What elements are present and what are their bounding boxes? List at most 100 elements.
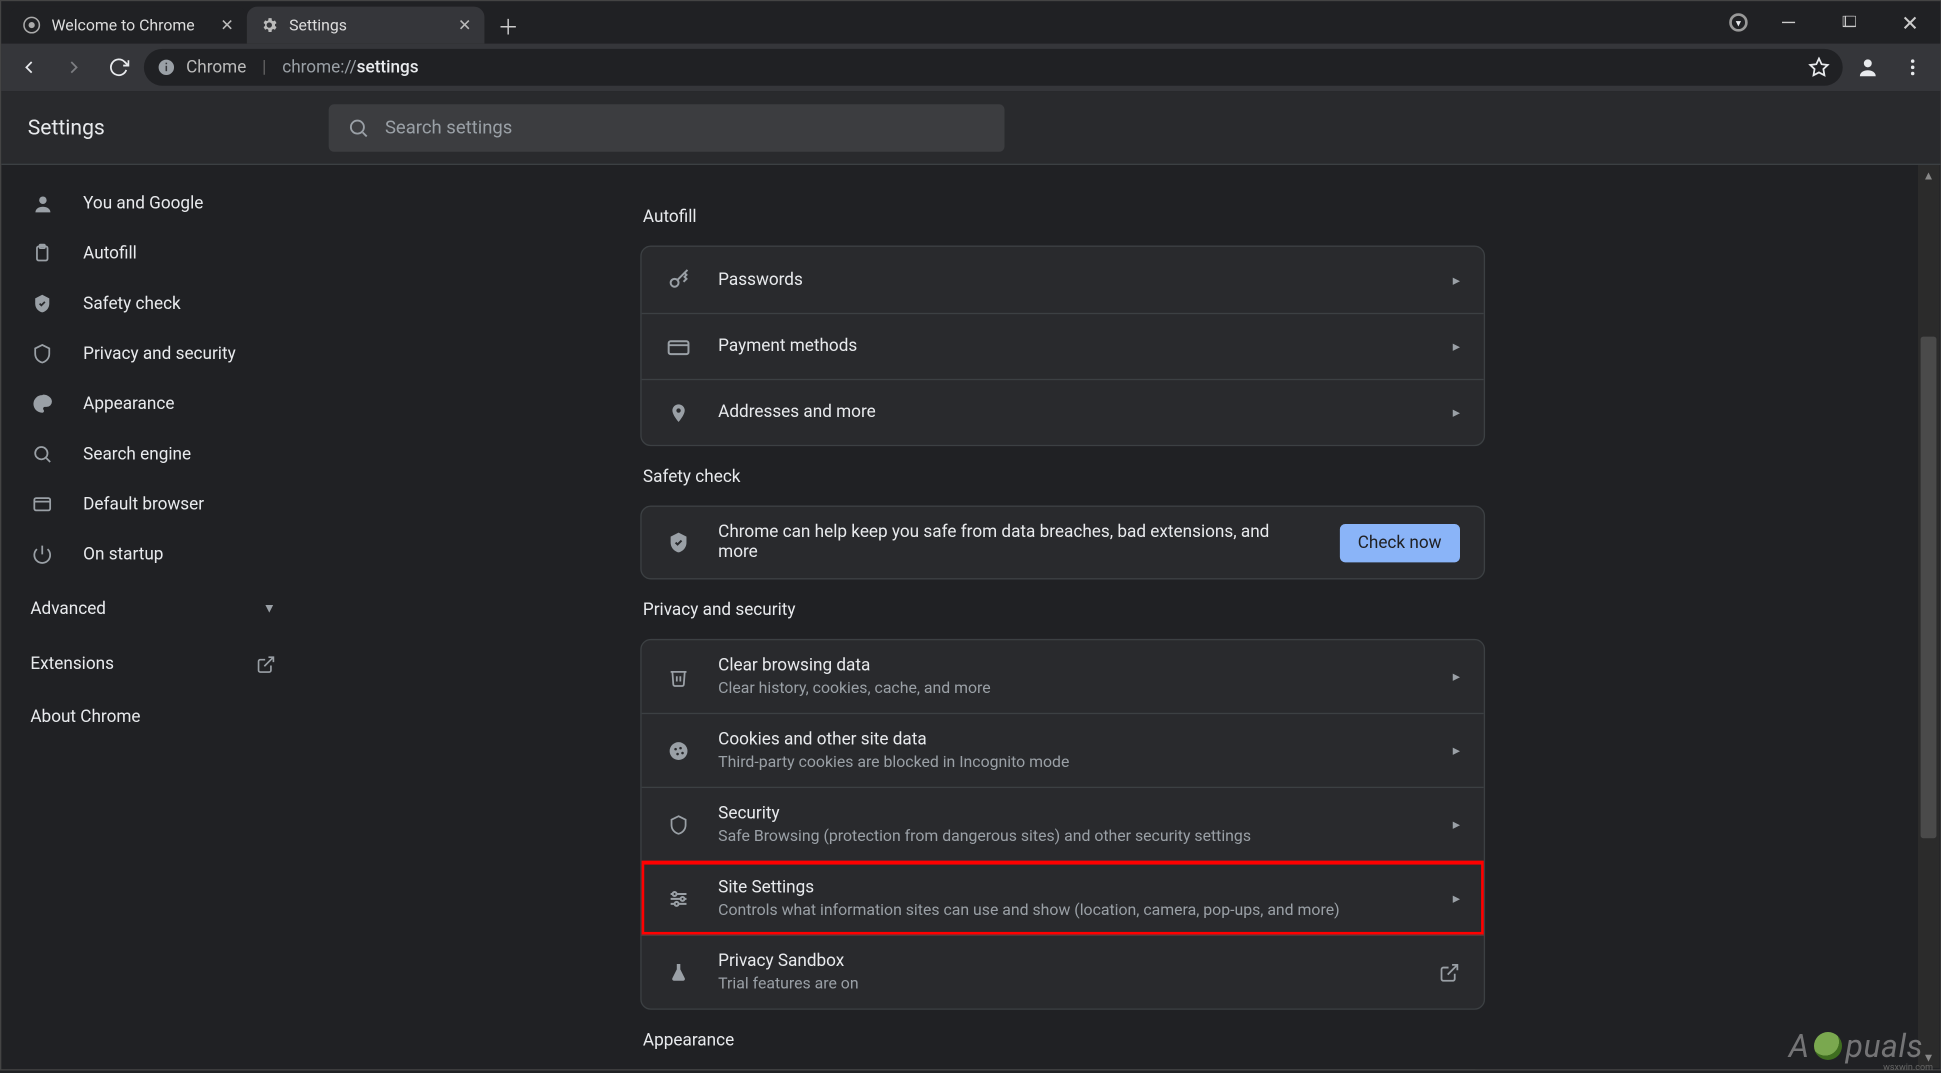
safety-card: Chrome can help keep you safe from data … (640, 506, 1485, 580)
settings-header: Settings (1, 91, 1940, 165)
close-icon[interactable]: ✕ (220, 16, 233, 34)
sidebar-item-label: Search engine (83, 444, 191, 464)
chevron-right-icon: ▸ (1453, 668, 1460, 685)
trash-icon (665, 663, 691, 689)
palette-icon (30, 392, 54, 416)
open-external-icon (1439, 962, 1460, 983)
close-icon[interactable]: ✕ (458, 16, 471, 34)
card-icon (665, 333, 691, 359)
row-label: Security (718, 804, 1426, 824)
settings-search[interactable] (328, 104, 1004, 152)
advanced-label: Advanced (30, 599, 106, 619)
shield-icon (665, 811, 691, 837)
clipboard-icon (30, 242, 54, 266)
row-addresses[interactable]: Addresses and more ▸ (642, 379, 1484, 445)
omnibox-scheme: Chrome (186, 57, 246, 77)
row-sub: Safe Browsing (protection from dangerous… (718, 826, 1426, 844)
chevron-right-icon: ▸ (1453, 742, 1460, 759)
settings-sidebar: You and Google Autofill Safety check Pri… (1, 165, 305, 1069)
autofill-card: Passwords ▸ Payment methods ▸ Addresses … (640, 246, 1485, 447)
row-sub: Third-party cookies are blocked in Incog… (718, 752, 1426, 770)
person-icon (30, 191, 54, 215)
row-passwords[interactable]: Passwords ▸ (642, 247, 1484, 313)
row-payment-methods[interactable]: Payment methods ▸ (642, 313, 1484, 379)
row-sub: Clear history, cookies, cache, and more (718, 678, 1426, 696)
search-input[interactable] (385, 117, 986, 138)
sidebar-item-search-engine[interactable]: Search engine (1, 429, 305, 479)
back-button[interactable] (9, 48, 49, 88)
open-external-icon (256, 654, 276, 674)
row-label: Addresses and more (718, 403, 1426, 423)
sidebar-item-safety-check[interactable]: Safety check (1, 279, 305, 329)
window-minimize-button[interactable] (1758, 1, 1819, 43)
extension-indicator-icon[interactable]: ▾ (1729, 13, 1747, 31)
sidebar-about-link[interactable]: About Chrome (1, 690, 305, 743)
profile-button[interactable] (1848, 48, 1888, 88)
sidebar-item-you-and-google[interactable]: You and Google (1, 178, 305, 228)
sidebar-item-on-startup[interactable]: On startup (1, 529, 305, 579)
sidebar-item-autofill[interactable]: Autofill (1, 228, 305, 278)
safety-icon (30, 292, 54, 316)
row-privacy-sandbox[interactable]: Privacy Sandbox Trial features are on (642, 935, 1484, 1009)
tab-title: Welcome to Chrome (51, 16, 194, 34)
safety-icon (665, 529, 691, 555)
sidebar-item-appearance[interactable]: Appearance (1, 379, 305, 429)
window-close-button[interactable]: ✕ (1880, 1, 1941, 43)
browser-toolbar: Chrome | chrome://settings (1, 44, 1940, 92)
watermark: A puals (1789, 1027, 1923, 1065)
watermark-bug-icon (1814, 1032, 1842, 1060)
search-icon (30, 442, 54, 466)
vertical-scrollbar[interactable]: ▲ ▼ (1918, 165, 1939, 1068)
sidebar-advanced-toggle[interactable]: Advanced ▼ (1, 579, 305, 637)
extensions-label: Extensions (30, 654, 114, 674)
shield-icon (30, 342, 54, 366)
section-title-safety: Safety check (643, 467, 1483, 487)
tab-welcome[interactable]: Welcome to Chrome ✕ (9, 7, 247, 44)
browser-menu-button[interactable] (1893, 48, 1933, 88)
settings-main: Autofill Passwords ▸ Payment methods ▸ (305, 165, 1940, 1069)
row-clear-browsing-data[interactable]: Clear browsing data Clear history, cooki… (642, 640, 1484, 713)
row-label: Privacy Sandbox (718, 952, 1412, 972)
flask-icon (665, 959, 691, 985)
sidebar-extensions-link[interactable]: Extensions (1, 638, 305, 691)
row-cookies[interactable]: Cookies and other site data Third-party … (642, 713, 1484, 787)
row-sub: Trial features are on (718, 974, 1412, 992)
row-site-settings[interactable]: Site Settings Controls what information … (642, 861, 1484, 935)
tab-title: Settings (289, 16, 347, 34)
new-tab-button[interactable]: ＋ (490, 7, 527, 44)
sidebar-item-label: Safety check (83, 294, 181, 314)
sidebar-item-default-browser[interactable]: Default browser (1, 479, 305, 529)
section-title-autofill: Autofill (643, 207, 1483, 227)
omnibox-url-page: settings (357, 57, 419, 77)
row-label: Payment methods (718, 337, 1426, 357)
row-security[interactable]: Security Safe Browsing (protection from … (642, 787, 1484, 861)
section-title-privacy: Privacy and security (643, 601, 1483, 621)
site-info-icon[interactable] (157, 58, 175, 76)
chevron-right-icon: ▸ (1453, 816, 1460, 833)
gear-favicon-icon (260, 16, 278, 34)
about-label: About Chrome (30, 707, 140, 727)
chrome-favicon-icon (22, 16, 40, 34)
window-titlebar: Welcome to Chrome ✕ Settings ✕ ＋ ▾ ✕ (1, 1, 1940, 43)
chevron-right-icon: ▸ (1453, 271, 1460, 288)
omnibox-url-prefix: chrome:// (282, 57, 356, 77)
tab-settings[interactable]: Settings ✕ (247, 7, 485, 44)
reload-button[interactable] (99, 48, 139, 88)
row-label: Site Settings (718, 878, 1426, 898)
key-icon (665, 267, 691, 293)
tab-strip: Welcome to Chrome ✕ Settings ✕ ＋ (9, 7, 526, 44)
sidebar-item-label: Autofill (83, 244, 137, 264)
bookmark-star-icon[interactable] (1808, 57, 1829, 78)
sidebar-item-label: Privacy and security (83, 344, 236, 364)
check-now-button[interactable]: Check now (1339, 523, 1460, 561)
sidebar-item-privacy[interactable]: Privacy and security (1, 329, 305, 379)
safety-text: Chrome can help keep you safe from data … (718, 523, 1313, 563)
scroll-up-icon[interactable]: ▲ (1918, 165, 1939, 186)
scrollbar-thumb[interactable] (1921, 337, 1937, 839)
forward-button[interactable] (54, 48, 94, 88)
address-bar[interactable]: Chrome | chrome://settings (144, 49, 1843, 86)
window-maximize-button[interactable] (1819, 1, 1880, 43)
chevron-right-icon: ▸ (1453, 338, 1460, 355)
corner-attribution: wsxwin.com (1883, 1063, 1933, 1073)
chevron-right-icon: ▸ (1453, 404, 1460, 421)
